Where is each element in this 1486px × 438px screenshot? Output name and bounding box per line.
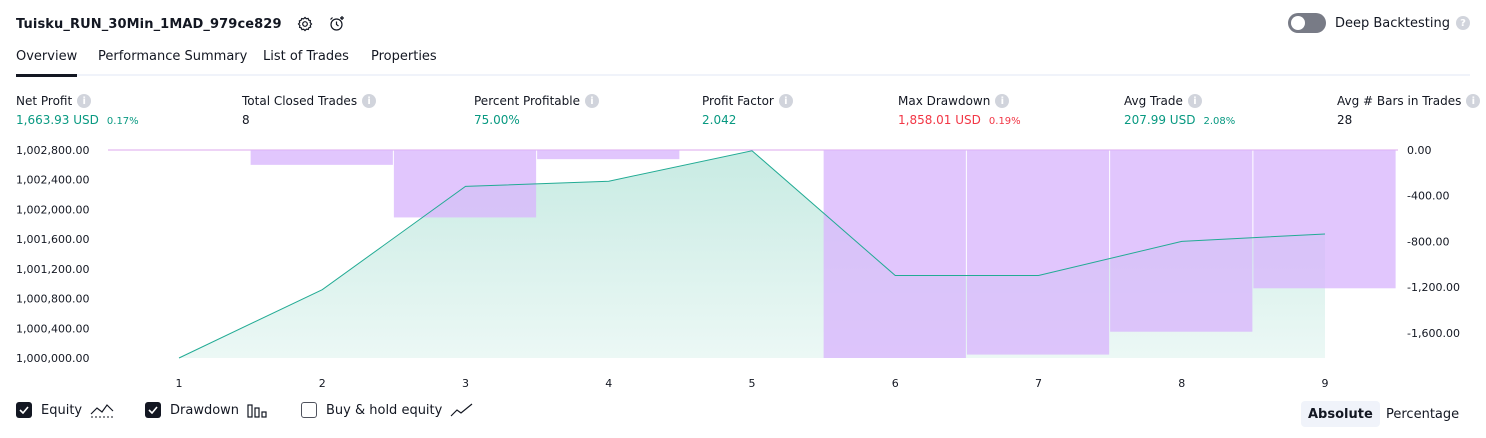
y-left-tick-label: 1,002,400.00 xyxy=(16,174,89,187)
drawdown-bar xyxy=(1110,150,1253,332)
help-icon[interactable]: i xyxy=(362,94,377,108)
drawdown-bar xyxy=(966,150,1110,355)
metric-value: 2.042 xyxy=(702,113,737,127)
help-icon[interactable]: ? xyxy=(1456,16,1470,30)
x-tick-label: 9 xyxy=(1322,377,1329,390)
strategy-name: Tuisku_RUN_30Min_1MAD_979ce829 xyxy=(16,16,282,32)
x-tick-label: 6 xyxy=(892,377,899,390)
y-left-tick-label: 1,001,200.00 xyxy=(16,263,89,276)
help-icon[interactable]: i xyxy=(77,94,92,108)
metric-label: Profit Factor xyxy=(702,94,774,108)
buy-hold-checkbox[interactable] xyxy=(301,402,317,418)
tab-overview[interactable]: Overview xyxy=(16,49,78,77)
help-icon[interactable]: i xyxy=(1466,94,1481,108)
metric-max-drawdown: Max Drawdown i 1,858.01 USD 0.19% xyxy=(898,93,1021,129)
y-right-tick-label: -1,600.00 xyxy=(1407,327,1460,340)
strategy-header: Tuisku_RUN_30Min_1MAD_979ce829 xyxy=(16,12,346,36)
drawdown-bar xyxy=(1253,150,1396,289)
drawdown-bar xyxy=(823,150,966,358)
percentage-button[interactable]: Percentage xyxy=(1379,401,1466,427)
tab-properties[interactable]: Properties xyxy=(371,49,437,74)
help-icon[interactable]: i xyxy=(584,94,599,108)
help-icon[interactable]: i xyxy=(778,94,793,108)
tab-performance-summary[interactable]: Performance Summary xyxy=(98,49,247,74)
y-left-tick-label: 1,002,000.00 xyxy=(16,203,89,216)
metric-avg-bars: Avg # Bars in Trades i 28 xyxy=(1337,93,1481,129)
y-left-tick-label: 1,001,600.00 xyxy=(16,233,89,246)
y-right-tick-label: -1,200.00 xyxy=(1407,281,1460,294)
x-tick-label: 1 xyxy=(176,377,183,390)
y-left-tick-label: 1,000,000.00 xyxy=(16,352,89,365)
metric-label: Net Profit xyxy=(16,94,73,108)
metric-percent: 2.08% xyxy=(1203,116,1236,127)
y-right-tick-label: -800.00 xyxy=(1407,235,1449,248)
legend-drawdown[interactable]: Drawdown xyxy=(145,402,267,418)
metric-net-profit: Net Profit i 1,663.93 USD 0.17% xyxy=(16,93,139,129)
legend-equity[interactable]: Equity xyxy=(16,402,114,418)
tab-list-of-trades[interactable]: List of Trades xyxy=(263,49,349,74)
x-tick-label: 2 xyxy=(319,377,326,390)
help-icon[interactable]: i xyxy=(995,94,1010,108)
metric-label: Avg # Bars in Trades xyxy=(1337,94,1462,108)
line-chart-icon xyxy=(450,402,474,418)
metric-percent: 0.19% xyxy=(988,116,1021,127)
x-tick-label: 3 xyxy=(462,377,469,390)
toggle-knob xyxy=(1290,16,1305,30)
drawdown-checkbox[interactable] xyxy=(145,402,161,418)
metric-label: Percent Profitable xyxy=(474,94,580,108)
y-right-tick-label: -400.00 xyxy=(1407,190,1449,203)
metric-total-closed-trades: Total Closed Trades i 8 xyxy=(242,93,377,129)
deep-backtesting: Deep Backtesting ? xyxy=(1287,13,1470,33)
x-tick-label: 4 xyxy=(605,377,612,390)
metric-value: 8 xyxy=(242,113,250,127)
y-left-tick-label: 1,000,800.00 xyxy=(16,293,89,306)
x-tick-label: 7 xyxy=(1035,377,1042,390)
buy-hold-label: Buy & hold equity xyxy=(326,402,443,418)
absolute-button[interactable]: Absolute xyxy=(1301,401,1380,427)
metric-label: Avg Trade xyxy=(1124,94,1183,108)
metric-profit-factor: Profit Factor i 2.042 xyxy=(702,93,793,129)
metric-label: Total Closed Trades xyxy=(242,94,358,108)
metric-percent: 0.17% xyxy=(106,116,139,127)
equity-checkbox[interactable] xyxy=(16,402,32,418)
metric-avg-trade: Avg Trade i 207.99 USD 2.08% xyxy=(1124,93,1235,129)
metric-value: 207.99 USD xyxy=(1124,113,1196,127)
tab-bar: Overview Performance Summary List of Tra… xyxy=(16,46,1470,77)
x-tick-label: 5 xyxy=(749,377,756,390)
equity-label: Equity xyxy=(41,402,83,418)
deep-backtesting-label: Deep Backtesting xyxy=(1334,15,1450,31)
drawdown-bar xyxy=(393,150,537,218)
area-chart-icon xyxy=(90,402,114,418)
help-icon[interactable]: i xyxy=(1187,94,1202,108)
equity-drawdown-chart: 1,002,800.00 1,002,400.00 1,002,000.00 1,00… xyxy=(16,144,1460,390)
legend-buy-hold[interactable]: Buy & hold equity xyxy=(301,402,474,418)
x-tick-label: 8 xyxy=(1178,377,1185,390)
metric-value: 28 xyxy=(1337,113,1353,127)
y-left-tick-label: 1,000,400.00 xyxy=(16,322,89,335)
settings-icon[interactable] xyxy=(296,15,314,33)
y-left-tick-label: 1,002,800.00 xyxy=(16,144,89,157)
metric-value: 1,663.93 USD xyxy=(16,113,99,127)
drawdown-bar xyxy=(250,150,393,165)
metric-value: 1,858.01 USD xyxy=(898,113,981,127)
drawdown-bar xyxy=(537,150,680,160)
metric-percent-profitable: Percent Profitable i 75.00% xyxy=(474,93,599,129)
drawdown-label: Drawdown xyxy=(170,402,240,418)
deep-backtesting-toggle[interactable] xyxy=(1287,13,1326,33)
y-right-tick-label: 0.00 xyxy=(1407,144,1432,157)
metric-value: 75.00% xyxy=(474,113,520,127)
add-alert-icon[interactable] xyxy=(328,15,346,33)
bar-chart-icon xyxy=(247,402,267,418)
metric-label: Max Drawdown xyxy=(898,94,991,108)
